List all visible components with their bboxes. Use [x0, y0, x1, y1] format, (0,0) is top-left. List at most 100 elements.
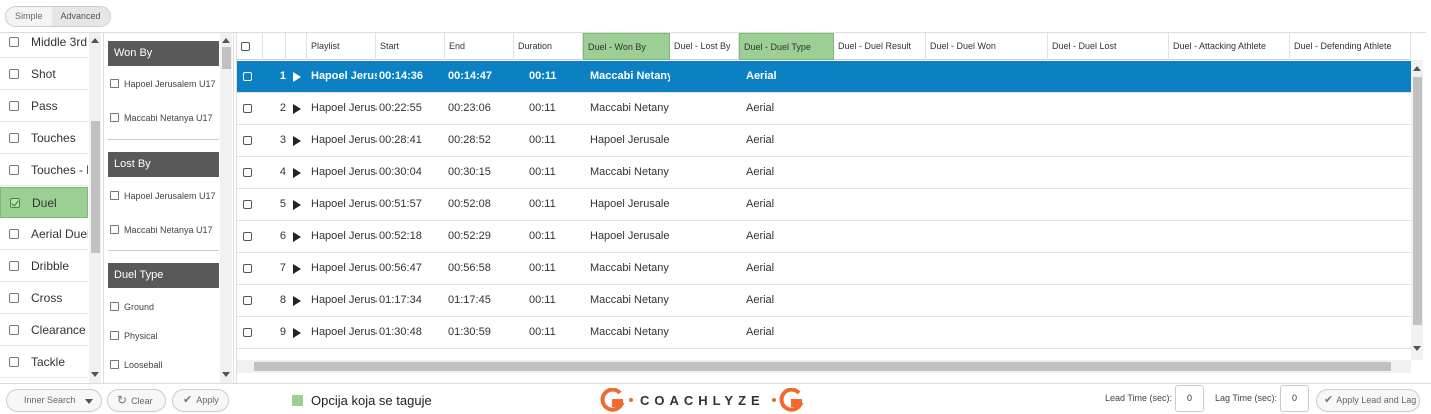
duel-type-option[interactable]: Looseball — [109, 359, 217, 371]
grid-hscroll-thumb[interactable] — [254, 362, 1391, 371]
play-icon[interactable] — [293, 328, 301, 338]
checkbox-icon[interactable] — [9, 133, 19, 143]
table-row[interactable]: 4 Hapoel Jerusalem00:30:04 00:30:15 00:11 Ma… — [237, 157, 1411, 189]
checkbox-icon[interactable] — [110, 302, 119, 311]
lost-by-option[interactable]: Hapoel Jerusalem U17 — [109, 190, 217, 202]
column-header[interactable]: End — [445, 33, 514, 60]
column-header[interactable]: Duel - Duel Lost — [1048, 33, 1169, 60]
checkbox-icon[interactable] — [9, 229, 19, 239]
scroll-down-icon[interactable] — [1413, 346, 1421, 351]
filter-scrollbar[interactable] — [220, 33, 232, 383]
table-row[interactable]: 5 Hapoel Jerusalem00:51:57 00:52:08 00:11 Ha… — [237, 189, 1411, 221]
column-header[interactable]: Duel - Won By — [583, 33, 670, 60]
scroll-up-icon[interactable] — [222, 38, 230, 43]
category-item[interactable]: Touches - le — [0, 155, 88, 186]
inner-search-dropdown[interactable]: Inner Search — [6, 389, 102, 412]
duel-type-option[interactable]: Physical — [109, 330, 217, 342]
lead-time-input[interactable]: 0 — [1175, 385, 1204, 412]
play-icon[interactable] — [293, 72, 301, 82]
table-row[interactable]: 6 Hapoel Jerusalem00:52:18 00:52:29 00:11 Ha… — [237, 221, 1411, 253]
checkbox-icon[interactable] — [10, 197, 20, 208]
play-icon[interactable] — [293, 168, 301, 178]
table-row[interactable]: 7 Hapoel Jerusalem00:56:47 00:56:58 00:11 Ma… — [237, 253, 1411, 285]
duel-type-option[interactable]: Ground — [109, 301, 217, 313]
apply-button[interactable]: ✔ Apply — [172, 389, 229, 412]
grid-vscroll-thumb[interactable] — [1413, 77, 1422, 325]
row-checkbox[interactable] — [243, 328, 252, 337]
play-icon[interactable] — [293, 200, 301, 210]
row-checkbox[interactable] — [243, 200, 252, 209]
row-checkbox[interactable] — [243, 104, 252, 113]
play-icon[interactable] — [293, 296, 301, 306]
column-header[interactable]: Duration — [514, 33, 583, 60]
advanced-mode-button[interactable]: Advanced — [51, 7, 110, 26]
checkbox-icon[interactable] — [9, 101, 19, 111]
play-icon[interactable] — [293, 104, 301, 114]
category-item[interactable]: Aerial Duel — [0, 219, 88, 250]
category-item[interactable]: Shot — [0, 59, 88, 90]
table-row[interactable]: 9 Hapoel Jerusalem01:30:48 01:30:59 00:11 Ma… — [237, 317, 1411, 349]
apply-lead-lag-button[interactable]: ✔ Apply Lead and Lag — [1316, 389, 1420, 412]
select-all-checkbox[interactable] — [241, 42, 250, 51]
row-checkbox[interactable] — [243, 296, 252, 305]
play-icon[interactable] — [293, 264, 301, 274]
column-header[interactable]: Duel - Duel Won — [926, 33, 1048, 60]
row-checkbox[interactable] — [243, 72, 252, 81]
checkbox-icon[interactable] — [110, 360, 119, 369]
checkbox-icon[interactable] — [9, 261, 19, 271]
row-checkbox[interactable] — [243, 264, 252, 273]
table-row[interactable]: 1 Hapoel Jerusalem00:14:36 00:14:47 00:11 Ma… — [237, 61, 1411, 93]
column-header[interactable]: Duel - Lost By — [670, 33, 739, 60]
category-item[interactable]: Duel — [0, 187, 88, 218]
table-row[interactable]: 8 Hapoel Jerusalem01:17:34 01:17:45 00:11 Ma… — [237, 285, 1411, 317]
scroll-down-icon[interactable] — [222, 372, 230, 377]
column-header[interactable]: Duel - Duel Result — [834, 33, 926, 60]
duel-type-cell: Aerial — [746, 70, 777, 82]
play-icon[interactable] — [293, 232, 301, 242]
simple-mode-button[interactable]: Simple — [6, 7, 52, 26]
table-row[interactable]: 3 Hapoel Jerusalem00:28:41 00:28:52 00:11 Ha… — [237, 125, 1411, 157]
checkbox-icon[interactable] — [110, 79, 119, 88]
scroll-up-icon[interactable] — [91, 38, 99, 43]
won-by-option[interactable]: Hapoel Jerusalem U17 — [109, 78, 217, 90]
category-item[interactable]: Dribble — [0, 251, 88, 282]
checkbox-icon[interactable] — [9, 69, 19, 79]
won-by-option[interactable]: Maccabi Netanya U17 — [109, 112, 217, 124]
category-item[interactable]: Middle 3rd — [0, 33, 88, 58]
lag-time-input[interactable]: 0 — [1280, 385, 1309, 412]
scroll-down-icon[interactable] — [91, 372, 99, 377]
column-header[interactable]: Playlist — [307, 33, 376, 60]
clear-button[interactable]: ↻ Clear — [107, 389, 166, 412]
category-item[interactable]: Tackle — [0, 347, 88, 378]
table-row[interactable]: 2 Hapoel Jerusalem00:22:55 00:23:06 00:11 Ma… — [237, 93, 1411, 125]
grid-hscrollbar[interactable] — [237, 360, 1411, 373]
column-header[interactable]: Duel - Duel Type — [739, 33, 834, 60]
category-item[interactable]: Touches — [0, 123, 88, 154]
play-icon[interactable] — [293, 136, 301, 146]
category-scroll-thumb[interactable] — [91, 121, 100, 253]
checkbox-icon[interactable] — [110, 331, 119, 340]
grid-vscrollbar[interactable] — [1411, 60, 1423, 360]
checkbox-icon[interactable] — [9, 325, 19, 335]
category-item[interactable]: Cross — [0, 283, 88, 314]
checkbox-icon[interactable] — [110, 225, 119, 234]
row-checkbox[interactable] — [243, 168, 252, 177]
scroll-up-icon[interactable] — [1413, 66, 1421, 71]
checkbox-icon[interactable] — [110, 113, 119, 122]
category-scrollbar[interactable] — [89, 33, 101, 383]
checkbox-icon[interactable] — [110, 191, 119, 200]
row-checkbox[interactable] — [243, 136, 252, 145]
column-header[interactable]: Start — [376, 33, 445, 60]
lost-by-option[interactable]: Maccabi Netanya U17 — [109, 224, 217, 236]
column-header[interactable]: Duel - Defending Athlete — [1290, 33, 1411, 60]
column-header[interactable]: Duel - Attacking Athlete — [1169, 33, 1290, 60]
checkbox-icon[interactable] — [9, 37, 19, 47]
row-checkbox[interactable] — [243, 232, 252, 241]
checkbox-icon[interactable] — [9, 357, 19, 367]
header-index — [263, 33, 286, 60]
filter-scroll-thumb[interactable] — [222, 47, 231, 69]
checkbox-icon[interactable] — [9, 165, 19, 175]
category-item[interactable]: Clearance — [0, 315, 88, 346]
checkbox-icon[interactable] — [9, 293, 19, 303]
category-item[interactable]: Pass — [0, 91, 88, 122]
